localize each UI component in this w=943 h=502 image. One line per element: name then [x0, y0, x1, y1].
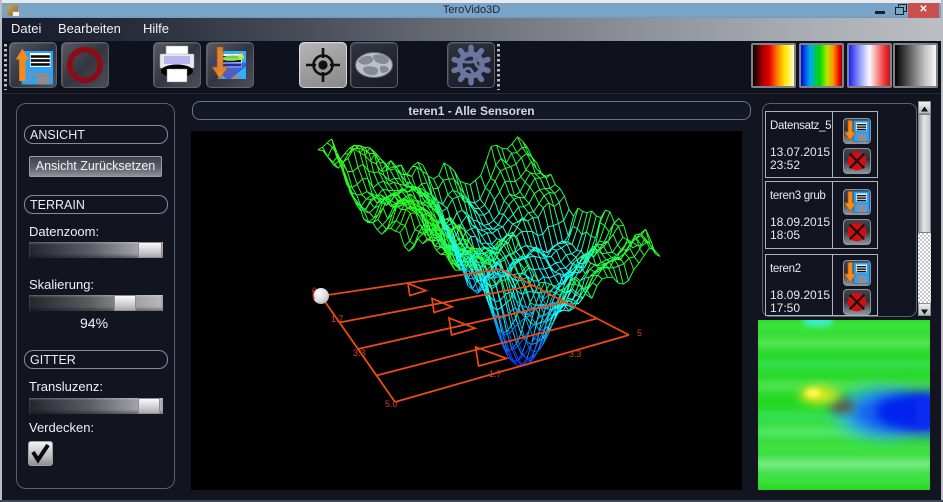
svg-text:3.3: 3.3 — [353, 348, 366, 358]
svg-text:1.7: 1.7 — [489, 369, 502, 379]
svg-text:5.0: 5.0 — [385, 399, 398, 409]
svg-text:1.7: 1.7 — [331, 314, 344, 324]
svg-text:5: 5 — [637, 328, 642, 338]
svg-text:3.3: 3.3 — [569, 349, 582, 359]
